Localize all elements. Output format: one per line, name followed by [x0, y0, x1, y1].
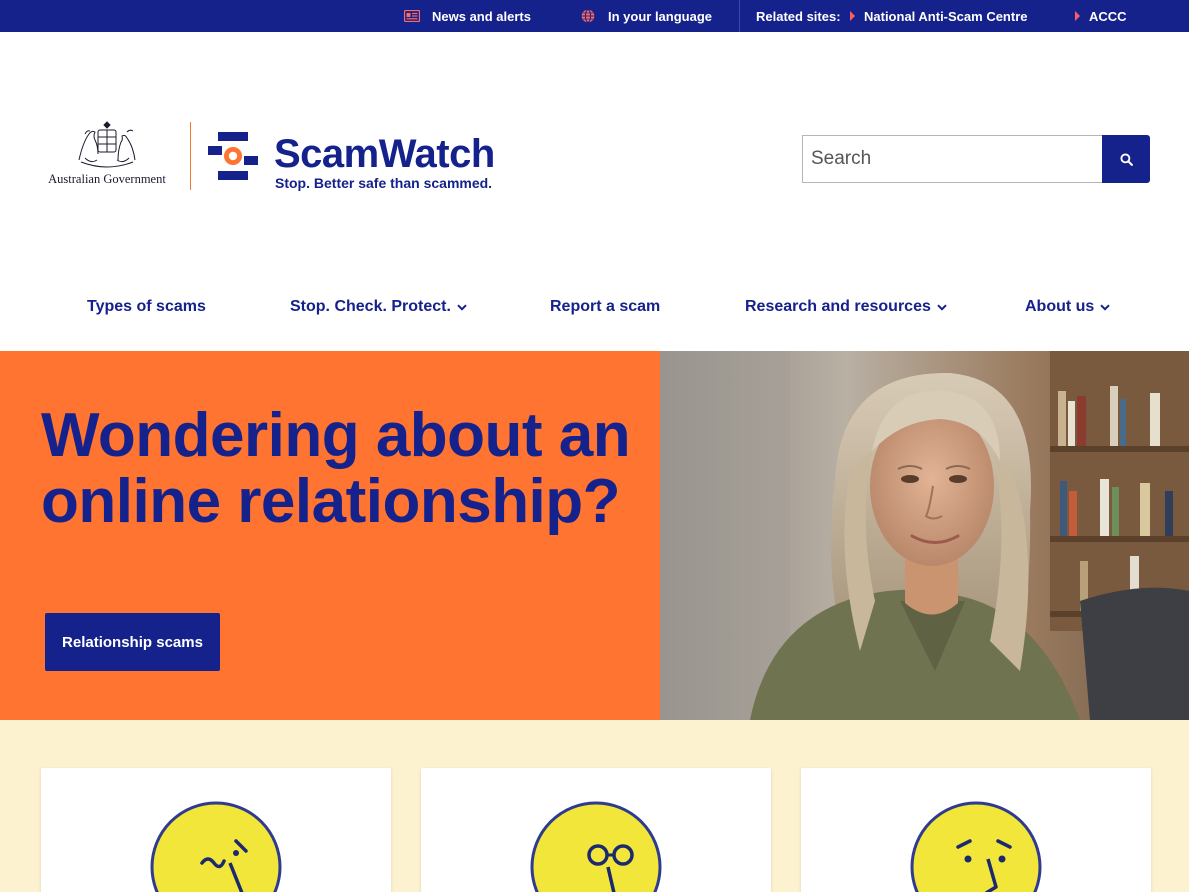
language-link[interactable]: In your language: [581, 0, 712, 32]
search-button[interactable]: [1102, 135, 1150, 183]
brand-name[interactable]: ScamWatch: [274, 134, 495, 174]
main-nav: Types of scams Stop. Check. Protect. Rep…: [0, 290, 1189, 328]
nav-item-label: Stop. Check. Protect.: [290, 298, 451, 315]
triangle-right-icon: [850, 11, 855, 21]
language-label: In your language: [608, 8, 713, 24]
utility-bar: News and alerts In your language Related…: [0, 0, 1189, 32]
relationship-scams-button[interactable]: Relationship scams: [45, 613, 220, 671]
scamwatch-logo-icon: [208, 132, 258, 180]
nav-item-about-us[interactable]: About us: [1025, 298, 1111, 316]
nav-item-label: Report a scam: [550, 298, 661, 315]
related-link-nasc[interactable]: National Anti-Scam Centre: [850, 0, 1028, 32]
nav-item-label: Research and resources: [745, 298, 931, 315]
newspaper-icon: [404, 10, 420, 22]
chevron-down-icon: [1100, 303, 1111, 311]
hero-title: Wondering about an online relationship?: [41, 401, 631, 536]
search-icon: [1119, 152, 1133, 166]
news-alerts-link[interactable]: News and alerts: [404, 0, 531, 32]
feature-cards-section: [0, 720, 1189, 892]
chevron-down-icon: [457, 303, 467, 311]
feature-card[interactable]: [801, 768, 1151, 892]
feature-card[interactable]: [421, 768, 771, 892]
nav-item-report-a-scam[interactable]: Report a scam: [550, 298, 660, 316]
gov-text: Australian Government: [48, 172, 166, 186]
smirking-face-icon: [150, 801, 282, 892]
chevron-down-icon: [937, 303, 947, 311]
nav-item-research-and-resources[interactable]: Research and resources: [745, 298, 947, 316]
news-alerts-label: News and alerts: [432, 8, 531, 24]
feature-card[interactable]: [41, 768, 391, 892]
brand-tagline: Stop. Better safe than scammed.: [275, 175, 493, 191]
nav-item-label: About us: [1025, 298, 1095, 315]
triangle-right-icon: [1075, 11, 1080, 21]
hero-panel: Wondering about an online relationship? …: [0, 351, 660, 720]
related-link-nasc-label: National Anti-Scam Centre: [864, 8, 1028, 24]
related-link-accc[interactable]: ACCC: [1075, 0, 1127, 32]
australian-government-logo[interactable]: Australian Government: [42, 120, 172, 192]
topbar-divider: [739, 0, 740, 32]
nav-item-types-of-scams[interactable]: Types of scams: [87, 298, 206, 316]
logo-divider: [190, 122, 191, 190]
glasses-face-icon: [530, 801, 662, 892]
globe-icon: [581, 9, 595, 23]
surprised-face-icon: [910, 801, 1042, 892]
nav-item-label: Types of scams: [87, 298, 206, 315]
related-sites-label: Related sites:: [756, 8, 841, 24]
related-link-accc-label: ACCC: [1089, 8, 1127, 24]
hero-photo: [660, 351, 1189, 720]
coat-of-arms-icon: [78, 121, 136, 168]
hero-banner: Wondering about an online relationship? …: [0, 351, 1189, 720]
nav-item-stop-check-protect[interactable]: Stop. Check. Protect.: [290, 298, 467, 316]
search-input[interactable]: [802, 135, 1102, 183]
